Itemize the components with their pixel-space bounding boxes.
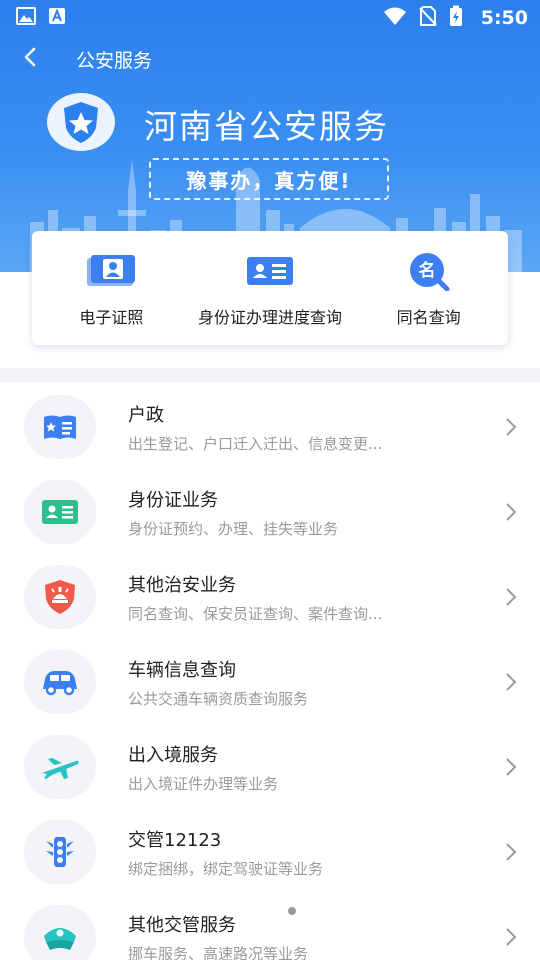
quick-actions-card: 电子证照 身份证办理进度查询 名 同名查询 <box>32 231 508 345</box>
service-title: 车辆信息查询 <box>128 660 236 681</box>
service-title: 其他治安业务 <box>128 575 236 596</box>
status-bar: 5:50 <box>0 0 540 36</box>
traffic-police-hat-icon <box>24 905 96 960</box>
airplane-icon <box>24 735 96 799</box>
service-item-vehicle[interactable]: 车辆信息查询 公共交通车辆资质查询服务 <box>0 640 540 725</box>
chevron-right-icon <box>504 502 518 522</box>
back-arrow-icon <box>23 47 37 71</box>
gallery-icon <box>16 7 36 29</box>
name-search-icon: 名 <box>401 251 457 291</box>
e-license-icon <box>83 251 139 291</box>
chevron-right-icon <box>504 842 518 862</box>
quick-action-label: 同名查询 <box>396 308 461 327</box>
service-item-public-security[interactable]: 其他治安业务 同名查询、保安员证查询、案件查询... <box>0 555 540 640</box>
service-description: 挪车服务、高速路况等业务 <box>128 945 309 960</box>
chevron-right-icon <box>504 417 518 437</box>
quick-action-label: 身份证办理进度查询 <box>197 308 342 327</box>
status-time: 5:50 <box>480 7 528 29</box>
chevron-right-icon <box>504 587 518 607</box>
service-item-household[interactable]: 户政 出生登记、户口迁入迁出、信息变更... <box>0 385 540 470</box>
svg-text:名: 名 <box>418 260 435 281</box>
police-badge-icon <box>46 92 116 152</box>
service-description: 绑定捆绑，绑定驾驶证等业务 <box>128 860 324 878</box>
service-list: 户政 出生登记、户口迁入迁出、信息变更... 身份证业务 身份证预约、办理、挂失… <box>0 385 540 960</box>
service-title: 出入境服务 <box>128 745 218 766</box>
chevron-right-icon <box>504 672 518 692</box>
chevron-right-icon <box>504 927 518 947</box>
no-sim-icon <box>419 6 437 30</box>
scroll-indicator <box>288 907 296 915</box>
wifi-icon <box>383 7 407 29</box>
service-description: 出入境证件办理等业务 <box>128 775 279 793</box>
service-description: 同名查询、保安员证查询、案件查询... <box>128 605 383 623</box>
service-title: 其他交管服务 <box>128 915 236 936</box>
chevron-right-icon <box>504 757 518 777</box>
vehicle-icon <box>24 650 96 714</box>
household-book-icon <box>24 395 96 459</box>
service-item-exit-entry[interactable]: 出入境服务 出入境证件办理等业务 <box>0 725 540 810</box>
quick-action-label: 电子证照 <box>79 308 144 327</box>
nav-bar: 公安服务 <box>0 40 540 78</box>
quick-action-e-license[interactable]: 电子证照 <box>32 231 191 345</box>
service-title: 户政 <box>128 405 164 426</box>
service-description: 身份证预约、办理、挂失等业务 <box>128 520 339 538</box>
app-a-icon <box>48 7 66 29</box>
banner-title: 河南省公安服务 <box>144 107 389 146</box>
service-title: 交管12123 <box>128 830 222 851</box>
service-item-traffic-12123[interactable]: 交管12123 绑定捆绑，绑定驾驶证等业务 <box>0 810 540 895</box>
id-card-icon <box>24 480 96 544</box>
back-button[interactable] <box>0 40 60 78</box>
police-shield-icon <box>24 565 96 629</box>
battery-charging-icon <box>449 5 463 31</box>
service-item-id-card[interactable]: 身份证业务 身份证预约、办理、挂失等业务 <box>0 470 540 555</box>
traffic-light-icon <box>24 820 96 884</box>
service-title: 身份证业务 <box>128 490 218 511</box>
quick-action-name-search[interactable]: 名 同名查询 <box>349 231 508 345</box>
id-card-progress-icon <box>242 251 298 291</box>
quick-action-id-progress[interactable]: 身份证办理进度查询 <box>191 231 350 345</box>
page-title: 公安服务 <box>76 49 153 72</box>
service-item-other-traffic[interactable]: 其他交管服务 挪车服务、高速路况等业务 <box>0 895 540 960</box>
section-divider <box>0 368 540 382</box>
service-description: 出生登记、户口迁入迁出、信息变更... <box>128 435 383 453</box>
banner-slogan: 豫事办，真方便! <box>149 158 389 200</box>
service-description: 公共交通车辆资质查询服务 <box>128 690 309 708</box>
